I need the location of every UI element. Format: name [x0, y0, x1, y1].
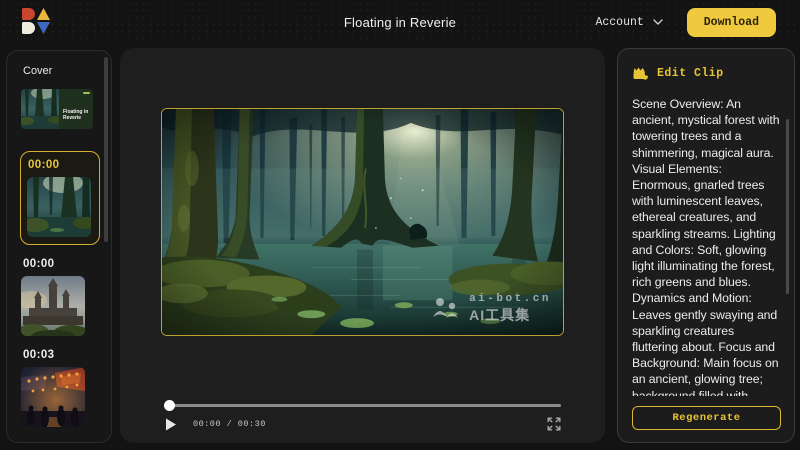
edit-clip-label: Edit Clip [657, 67, 724, 80]
player-panel: ai-bot.cn AI工具集 00:00 / 00:30 [120, 48, 605, 443]
play-button[interactable] [165, 418, 177, 431]
account-label: Account [595, 16, 643, 29]
watermark-text: ai-bot.cn AI工具集 [469, 293, 551, 325]
clips-sidebar: Cover Floating in Reverie [6, 50, 112, 443]
fullscreen-button[interactable] [547, 417, 561, 431]
clip-thumbnail-market [21, 367, 85, 427]
download-button[interactable]: Download [687, 8, 776, 37]
watermark-line1: ai-bot.cn [469, 293, 551, 305]
cover-title-card: Floating in Reverie [59, 89, 93, 129]
progress-slider[interactable] [165, 398, 561, 412]
account-menu[interactable]: Account [595, 16, 662, 29]
clip-item-1-selected[interactable]: 00:00 [20, 151, 100, 245]
chevron-down-icon [653, 19, 663, 25]
watermark-line2: AI工具集 [469, 305, 551, 325]
clip-item-2[interactable]: 00:00 [21, 258, 111, 336]
clapperboard-icon [632, 66, 649, 81]
watermark: ai-bot.cn AI工具集 [431, 293, 551, 325]
cover-thumbnail[interactable]: Floating in Reverie [21, 89, 93, 129]
regenerate-button[interactable]: Regenerate [632, 406, 781, 430]
clip-timestamp: 00:03 [23, 349, 111, 361]
cover-forest-art [21, 89, 59, 129]
description-scrollbar[interactable] [786, 119, 789, 294]
cover-title-text: Floating in Reverie [63, 109, 89, 121]
clip-timestamp: 00:00 [28, 159, 99, 171]
watermark-logo-icon [431, 297, 461, 321]
progress-track[interactable] [165, 404, 561, 407]
clip-thumbnail-castle [21, 276, 85, 336]
cover-logo-mark [83, 92, 90, 94]
edit-clip-header: Edit Clip [632, 66, 781, 81]
clip-timestamp: 00:00 [23, 258, 111, 270]
clip-thumbnail-forest [27, 177, 91, 237]
video-preview[interactable]: ai-bot.cn AI工具集 [161, 108, 564, 336]
edit-clip-panel: Edit Clip Scene Overview: An ancient, my… [617, 48, 795, 443]
scene-description[interactable]: Scene Overview: An ancient, mystical for… [632, 96, 781, 396]
topbar: Floating in Reverie Account Download [0, 0, 800, 44]
player-controls: 00:00 / 00:30 [165, 413, 561, 435]
time-display: 00:00 / 00:30 [193, 419, 266, 429]
app-root: Floating in Reverie Account Download Cov… [0, 0, 800, 450]
sidebar-scrollbar[interactable] [104, 57, 108, 242]
progress-handle[interactable] [164, 400, 175, 411]
cover-label: Cover [23, 65, 111, 77]
topbar-right: Account Download [595, 0, 776, 44]
clip-item-3[interactable]: 00:03 [21, 349, 111, 427]
